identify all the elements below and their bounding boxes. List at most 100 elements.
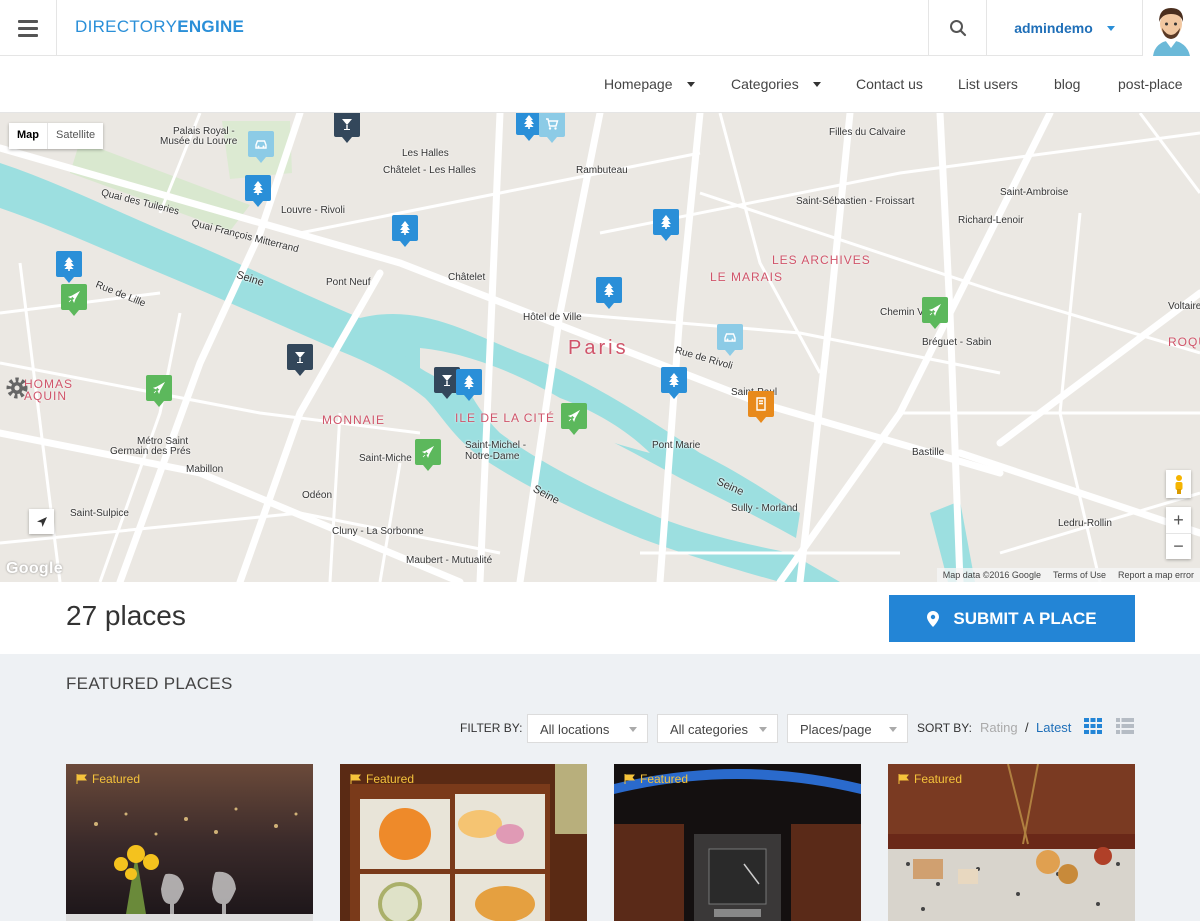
grid-view-icon[interactable] [1084, 718, 1102, 734]
map-pin-park[interactable] [456, 369, 482, 401]
logo[interactable]: DIRECTORYENGINE [75, 17, 244, 37]
select-value: Places/page [800, 722, 872, 737]
chevron-down-icon [812, 81, 821, 87]
place-card[interactable]: Featured [888, 764, 1135, 921]
car-icon [255, 140, 267, 149]
map-label: Bastille [912, 447, 945, 458]
per-page-select[interactable]: Places/page [787, 714, 908, 743]
badge-label: Featured [914, 772, 963, 786]
chevron-down-icon [629, 727, 637, 732]
chevron-down-icon [889, 727, 897, 732]
search-icon [949, 20, 966, 37]
map-pin-shop[interactable] [539, 113, 565, 143]
map-pin-book[interactable] [748, 391, 774, 423]
street-view-button[interactable] [1166, 470, 1191, 498]
map-label: Saint-Ambroise [1000, 187, 1069, 198]
sort-latest[interactable]: Latest [1036, 720, 1071, 735]
nav-categories[interactable]: Categories [731, 76, 821, 92]
map-label: Ledru-Rollin [1058, 518, 1112, 529]
rocket-icon [928, 303, 942, 317]
map-label: Pont Neuf [326, 277, 371, 288]
map-pin-park[interactable] [245, 175, 271, 207]
report-error-link[interactable]: Report a map error [1118, 570, 1194, 580]
sort-rating[interactable]: Rating [980, 720, 1018, 735]
map-label: Pont Marie [652, 440, 701, 451]
badge-label: Featured [366, 772, 415, 786]
gear-icon[interactable] [4, 375, 30, 401]
map-label: Mabillon [186, 464, 224, 475]
terms-link[interactable]: Terms of Use [1053, 570, 1106, 580]
place-photo [66, 764, 313, 921]
map-type-satellite[interactable]: Satellite [47, 123, 103, 149]
featured-badge: Featured [624, 772, 688, 786]
map-pin-bar[interactable] [334, 113, 360, 143]
map-label: Maubert - Mutualité [406, 555, 493, 566]
navigation-arrow-icon [36, 516, 47, 527]
map-pin-travel[interactable] [561, 403, 587, 435]
zoom-in-button[interactable]: + [1166, 507, 1191, 533]
select-value: All locations [540, 722, 610, 737]
map-pin-transport[interactable] [248, 131, 274, 163]
avatar[interactable] [1143, 0, 1200, 56]
map-pin-park[interactable] [56, 251, 82, 283]
submit-place-button[interactable]: SUBMIT A PLACE [889, 595, 1135, 642]
map-pin-transport[interactable] [717, 324, 743, 356]
map-pin-park[interactable] [392, 215, 418, 247]
map-pin-travel[interactable] [146, 375, 172, 407]
map-pin-travel[interactable] [922, 297, 948, 329]
list-view-icon[interactable] [1116, 718, 1134, 734]
nav-contact-us[interactable]: Contact us [856, 76, 923, 92]
car-icon [724, 333, 736, 342]
district-label: ILE DE LA CITÉ [455, 411, 556, 425]
map-pin-bar[interactable] [287, 344, 313, 376]
place-card[interactable]: Featured [614, 764, 861, 921]
nav-list-users[interactable]: List users [958, 76, 1018, 92]
map-type-map[interactable]: Map [9, 123, 47, 149]
place-card[interactable]: Featured [66, 764, 313, 921]
nav-post-place[interactable]: post-place [1118, 76, 1183, 92]
map-type-switch: Map Satellite [9, 123, 104, 149]
featured-places: FEATURED PLACES FILTER BY: All locations… [0, 654, 1200, 921]
submit-label: SUBMIT A PLACE [953, 608, 1097, 628]
rocket-icon [67, 290, 81, 304]
chevron-down-icon [1106, 25, 1115, 31]
nav-label: post-place [1118, 76, 1183, 92]
nav-label: List users [958, 76, 1018, 92]
map-label: Richard-Lenoir [958, 215, 1024, 226]
district-label: ROQU [1168, 335, 1200, 349]
map-label: Sully - Morland [731, 503, 798, 514]
rocket-icon [567, 409, 581, 423]
chevron-down-icon [759, 727, 767, 732]
logo-bold: ENGINE [177, 17, 245, 36]
categories-select[interactable]: All categories [657, 714, 778, 743]
nav-blog[interactable]: blog [1054, 76, 1080, 92]
places-count: 27 places [66, 600, 186, 631]
zoom-out-button[interactable]: − [1166, 533, 1191, 559]
main-nav: Homepage Categories Contact us List user… [0, 56, 1200, 113]
map-label: Musée du Louvre [160, 136, 238, 147]
map-label: Louvre - Rivoli [281, 205, 345, 216]
locations-select[interactable]: All locations [527, 714, 648, 743]
map-pin-travel[interactable] [61, 284, 87, 316]
nav-label: Contact us [856, 76, 923, 92]
menu-icon[interactable] [0, 0, 57, 56]
place-card[interactable]: Featured [340, 764, 587, 921]
sort-separator: / [1025, 720, 1029, 735]
rocket-icon [152, 381, 166, 395]
map[interactable]: Map Satellite Palais Royal - Musée du Lo… [0, 113, 1200, 582]
map-pin-park[interactable] [653, 209, 679, 241]
place-photo [888, 764, 1135, 921]
map-pin-travel[interactable] [415, 439, 441, 471]
map-label: Bréguet - Sabin [922, 337, 992, 348]
map-pin-park[interactable] [596, 277, 622, 309]
user-menu-button[interactable]: admindemo [986, 0, 1143, 56]
cart-icon [546, 118, 559, 130]
map-pin-park[interactable] [661, 367, 687, 399]
locate-button[interactable] [29, 509, 54, 534]
search-button[interactable] [928, 0, 986, 56]
map-label: Saint-Michel - [465, 440, 527, 451]
rocket-icon [421, 445, 435, 459]
flag-icon [624, 774, 635, 784]
place-photo [340, 764, 587, 921]
nav-homepage[interactable]: Homepage [604, 76, 695, 92]
